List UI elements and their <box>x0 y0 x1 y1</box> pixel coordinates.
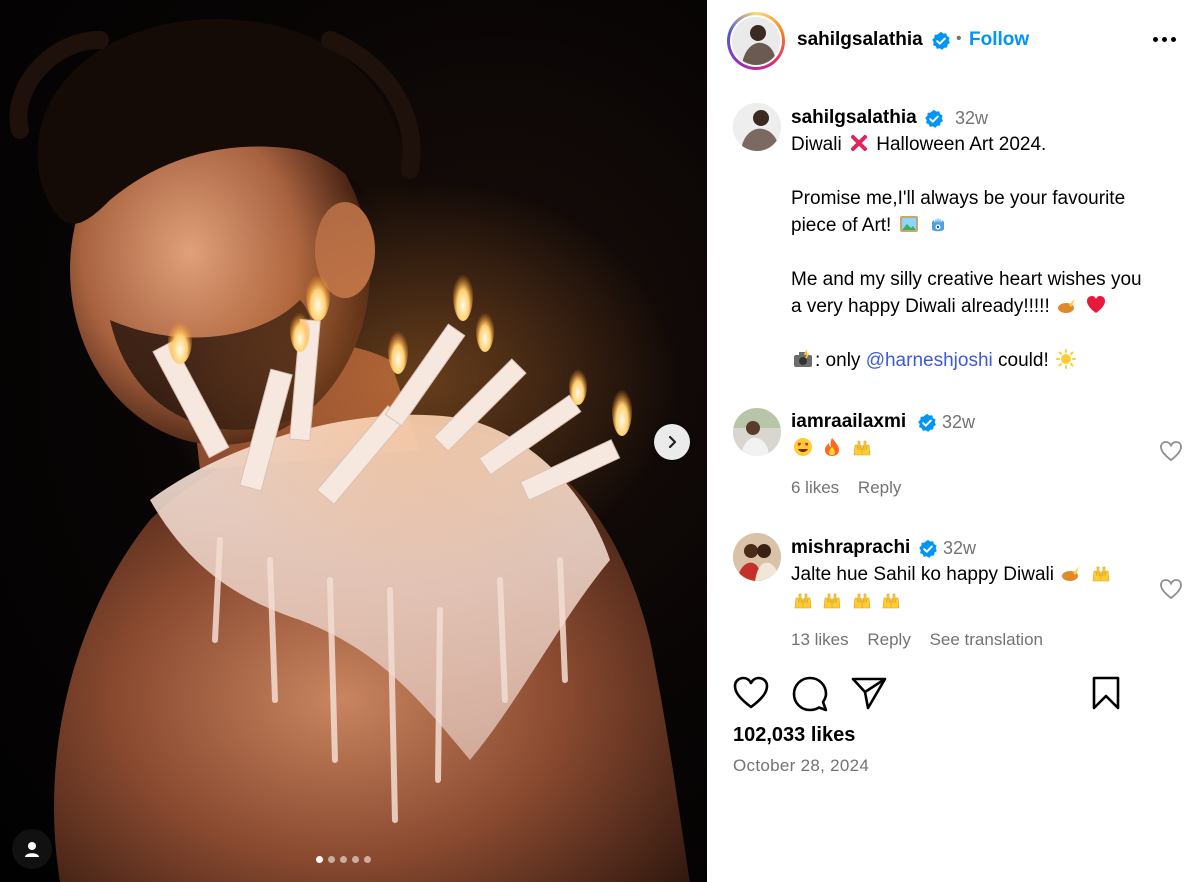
person-icon <box>25 842 39 857</box>
author-avatar-story-ring[interactable] <box>727 12 785 70</box>
caption-line: Me and my silly creative heart wishes yo… <box>791 269 1142 290</box>
carousel-dot <box>316 856 323 863</box>
comment-username[interactable]: iamraailaxmi <box>791 411 906 433</box>
carousel-dot <box>340 856 347 863</box>
caption-line: Diwali Halloween Art 2024. <box>791 134 1047 155</box>
comment-bubble-icon[interactable] <box>792 676 828 712</box>
diya-lamp-icon <box>1058 297 1077 313</box>
raised-hands-emoji-icon <box>882 593 900 609</box>
raised-hands-emoji-icon <box>1092 566 1109 582</box>
comment-timestamp[interactable]: 32w <box>942 412 975 433</box>
author-username[interactable]: sahilgsalathia <box>797 29 923 51</box>
camera-flash-icon <box>794 349 812 367</box>
comment-meta: 6 likes Reply <box>791 478 901 498</box>
comment-text-line <box>791 588 903 615</box>
comment-text <box>791 435 874 462</box>
verified-badge-icon <box>919 539 937 558</box>
commenter-avatar[interactable] <box>733 533 781 581</box>
post-action-bar <box>733 676 1173 712</box>
post-likes-count[interactable]: 102,033 likes <box>733 724 855 747</box>
paper-plane-icon[interactable] <box>851 676 887 710</box>
carousel-dot <box>364 856 371 863</box>
reply-button[interactable]: Reply <box>867 630 910 649</box>
comment-likes-count[interactable]: 6 likes <box>791 478 839 497</box>
caption-username[interactable]: sahilgsalathia <box>791 107 917 129</box>
see-translation-button[interactable]: See translation <box>930 630 1043 649</box>
caption-line: a very happy Diwali already!!!!! <box>791 293 1108 320</box>
reply-button[interactable]: Reply <box>858 478 901 497</box>
comment-timestamp[interactable]: 32w <box>943 538 976 559</box>
diya-lamp-icon <box>1062 565 1081 581</box>
raised-hands-emoji-icon <box>853 440 870 456</box>
comment-like-heart-icon[interactable] <box>1159 440 1183 462</box>
mention-link[interactable]: @harneshjoshi <box>866 350 993 371</box>
raised-hands-emoji-icon <box>823 593 841 609</box>
verified-badge-icon <box>932 31 950 50</box>
avatar <box>732 17 780 65</box>
carousel-dot <box>328 856 335 863</box>
carousel-indicator <box>316 856 371 863</box>
comment-likes-count[interactable]: 13 likes <box>791 630 849 649</box>
verified-badge-icon <box>918 413 936 432</box>
verified-badge-icon <box>925 109 943 128</box>
separator-dot: • <box>956 30 962 47</box>
post-date[interactable]: October 28, 2024 <box>733 756 869 776</box>
red-heart-icon <box>1087 296 1106 313</box>
cross-mark-icon <box>850 135 867 151</box>
chevron-right-icon <box>668 435 677 449</box>
more-options-icon[interactable] <box>1153 37 1176 42</box>
heart-icon[interactable] <box>733 676 769 710</box>
comment-username[interactable]: mishraprachi <box>791 537 910 559</box>
hamsa-icon <box>931 217 944 232</box>
tagged-people-button[interactable] <box>12 829 52 869</box>
comment-meta: 13 likes Reply See translation <box>791 630 1043 650</box>
heart-eyes-emoji-icon <box>794 438 812 456</box>
carousel-dot <box>352 856 359 863</box>
raised-hands-emoji-icon <box>794 593 812 609</box>
sun-icon <box>1056 349 1076 369</box>
raised-hands-emoji-icon <box>853 593 870 609</box>
post-side-panel: sahilgsalathia • Follow sahilgsalathia 3… <box>707 0 1200 882</box>
commenter-avatar[interactable] <box>733 408 781 456</box>
bookmark-icon[interactable] <box>1091 676 1121 710</box>
next-image-button[interactable] <box>654 424 690 460</box>
post-image <box>9 19 690 882</box>
fire-emoji-icon <box>825 438 840 456</box>
caption-author-avatar[interactable] <box>733 103 781 151</box>
caption-line: Promise me,I'll always be your favourite <box>791 188 1126 209</box>
caption-timestamp[interactable]: 32w <box>955 108 988 129</box>
post-photo[interactable] <box>0 0 707 882</box>
caption-line: : only @harneshjoshi could! <box>791 347 1078 374</box>
post-header: sahilgsalathia • Follow <box>707 0 1200 84</box>
framed-picture-icon <box>899 216 918 232</box>
comment-text: Jalte hue Sahil ko happy Diwali <box>791 561 1113 588</box>
comment-like-heart-icon[interactable] <box>1159 578 1183 600</box>
caption-line: piece of Art! <box>791 212 950 239</box>
follow-button[interactable]: Follow <box>969 29 1029 51</box>
